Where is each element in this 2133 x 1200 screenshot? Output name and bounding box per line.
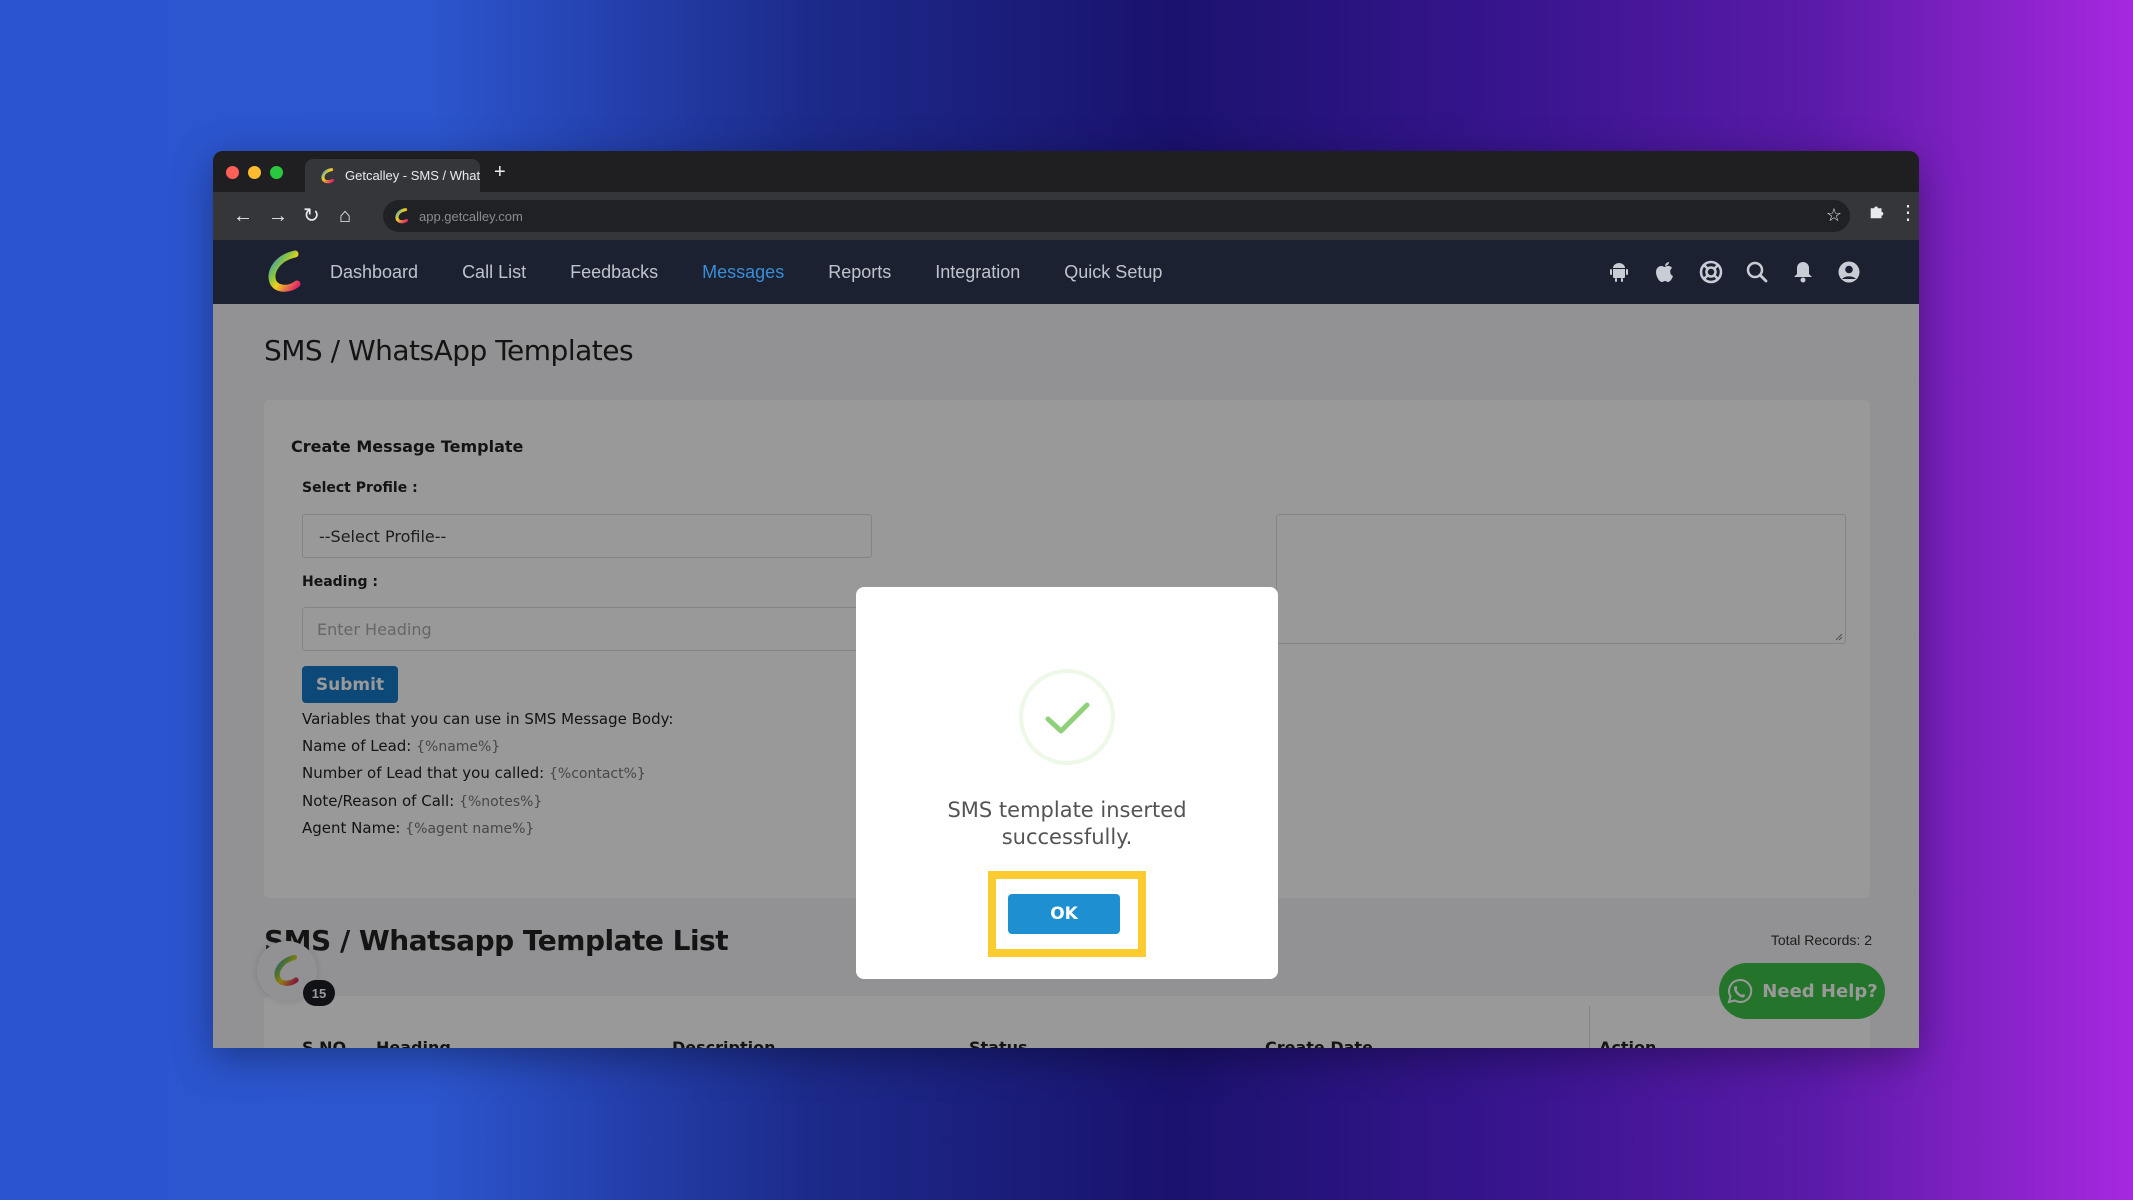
url-bar[interactable]: app.getcalley.com ☆	[383, 200, 1850, 232]
search-icon[interactable]	[1745, 260, 1769, 284]
site-logo-icon	[395, 208, 409, 224]
tab-title: Getcalley - SMS / Whatsapp Temp	[345, 168, 480, 183]
maximize-window-button[interactable]	[270, 166, 283, 179]
android-icon[interactable]	[1607, 260, 1631, 284]
success-modal: SMS template inserted successfully. OK	[856, 587, 1278, 979]
getcalley-logo-icon	[321, 167, 335, 183]
success-check-icon	[1019, 669, 1115, 765]
browser-menu-icon[interactable]: ⋮	[1898, 200, 1918, 225]
bell-icon[interactable]	[1791, 260, 1815, 284]
home-icon[interactable]: ⌂	[339, 204, 351, 228]
apple-icon[interactable]	[1653, 260, 1677, 284]
user-profile-icon[interactable]	[1837, 260, 1861, 284]
nav-call-list[interactable]: Call List	[462, 262, 526, 283]
nav-integration[interactable]: Integration	[935, 262, 1020, 283]
support-lifebuoy-icon[interactable]	[1699, 260, 1723, 284]
browser-tab[interactable]: Getcalley - SMS / Whatsapp Temp	[305, 159, 480, 192]
tab-bar: Getcalley - SMS / Whatsapp Temp +	[213, 151, 1919, 192]
nav-icon-group	[1607, 240, 1861, 304]
bookmark-star-icon[interactable]: ☆	[1826, 205, 1842, 226]
new-tab-button[interactable]: +	[494, 159, 506, 185]
browser-window: Getcalley - SMS / Whatsapp Temp + ← → ↻ …	[213, 151, 1919, 1048]
ok-button-highlight: OK	[988, 871, 1146, 957]
minimize-window-button[interactable]	[248, 166, 261, 179]
address-bar-row: ← → ↻ ⌂ app.getcalley.com ☆ ⋮	[213, 192, 1919, 240]
nav-messages[interactable]: Messages	[702, 262, 784, 283]
forward-icon[interactable]: →	[268, 204, 288, 228]
nav-feedbacks[interactable]: Feedbacks	[570, 262, 658, 283]
url-text: app.getcalley.com	[419, 208, 523, 224]
app-navbar: Dashboard Call List Feedbacks Messages R…	[213, 240, 1919, 304]
nav-reports[interactable]: Reports	[828, 262, 891, 283]
main-menu: Dashboard Call List Feedbacks Messages R…	[330, 240, 1206, 304]
reload-icon[interactable]: ↻	[303, 204, 320, 228]
nav-quick-setup[interactable]: Quick Setup	[1064, 262, 1162, 283]
ok-button[interactable]: OK	[1008, 894, 1120, 934]
extensions-puzzle-icon[interactable]	[1868, 202, 1886, 226]
app-logo[interactable]	[261, 248, 309, 296]
close-window-button[interactable]	[226, 166, 239, 179]
modal-message: SMS template inserted successfully.	[947, 798, 1187, 849]
nav-dashboard[interactable]: Dashboard	[330, 262, 418, 283]
back-icon[interactable]: ←	[233, 204, 253, 228]
page-content: SMS / WhatsApp Templates Create Message …	[213, 304, 1919, 1048]
